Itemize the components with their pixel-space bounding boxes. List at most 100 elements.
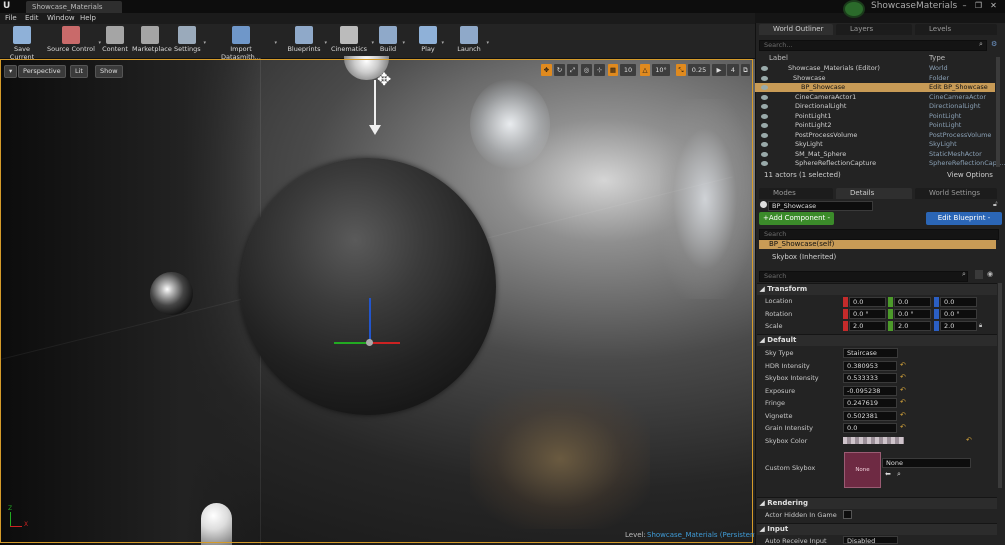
outliner-row[interactable]: DirectionalLight DirectionalLight [755,102,995,111]
grid-view-icon[interactable] [975,270,983,279]
menu-file[interactable]: File [5,13,17,24]
chevron-down-icon[interactable]: ▾ [324,40,327,46]
location-field[interactable]: 0.0 [849,297,886,307]
visibility-eye-icon[interactable] [761,75,768,81]
scale-label[interactable]: Scale [765,322,783,330]
grid-snap-value[interactable]: 10 [620,64,636,76]
add-component-button[interactable]: +Add Component - [759,212,834,225]
outliner-row[interactable]: PointLight1 PointLight [755,112,995,121]
edit-blueprint-button[interactable]: Edit Blueprint - [926,212,1002,225]
component-self[interactable]: BP_Showcase(self) [759,240,996,249]
reset-to-default-icon[interactable]: ↶ [900,411,906,419]
section-rendering[interactable]: ◢ Rendering [757,497,997,509]
actor-name-input[interactable]: BP_Showcase [768,201,873,211]
scale-lock-icon[interactable]: 🔒︎ [979,322,982,330]
chevron-down-icon[interactable]: ▾ [203,40,206,46]
minimize-button[interactable]: – [959,1,970,10]
toolbar-button-datasmith[interactable]: Import Datasmith... ▾ [211,26,277,61]
property-value-field[interactable]: 0.0 [843,423,897,433]
rotation-field[interactable]: 0.0 ° [940,309,977,319]
reset-to-default-icon[interactable]: ↶ [900,386,906,394]
auto-receive-select[interactable]: Disabled [843,536,898,545]
close-button[interactable]: ✕ [988,1,999,10]
chevron-down-icon[interactable]: ▾ [486,40,489,46]
translate-mode-icon[interactable]: ✥ [541,64,552,76]
toolbar-button-source-control[interactable]: Source Control ▾ [47,26,101,53]
lock-icon[interactable]: 🔓︎ [993,200,998,209]
surface-snap-icon[interactable]: ⊹ [594,64,605,76]
property-label[interactable]: Vignette [765,412,792,420]
chevron-down-icon[interactable]: ▾ [371,40,374,46]
outliner-row[interactable]: PostProcessVolume PostProcessVolume [755,131,995,140]
property-search-input[interactable]: Search [759,271,968,282]
custom-skybox-thumbnail[interactable]: None [844,452,881,488]
toolbar-button-gear[interactable]: Settings ▾ [174,26,206,53]
menu-help[interactable]: Help [80,13,96,24]
visibility-eye-icon[interactable] [761,113,768,119]
menu-window[interactable]: Window [47,13,75,24]
rotation-snap-icon[interactable]: △ [640,64,650,76]
visibility-eye-icon[interactable] [761,66,768,71]
visibility-eye-icon[interactable] [761,132,768,138]
view-options-button[interactable]: View Options [947,171,993,179]
outliner-scrollbar[interactable] [996,57,1000,167]
tab-world-settings[interactable]: World Settings [915,188,997,199]
show-button[interactable]: Show [95,65,123,78]
custom-skybox-label[interactable]: Custom Skybox [765,464,815,472]
component-skybox[interactable]: Skybox (Inherited) [759,253,996,262]
reset-to-default-icon[interactable]: ↶ [900,398,906,406]
visibility-eye-icon[interactable] [761,151,768,157]
property-value-field[interactable]: 0.502381 [843,410,897,421]
chevron-down-icon[interactable]: ▾ [402,40,405,46]
toolbar-button-cinematics[interactable]: Cinematics ▾ [330,26,374,53]
camera-speed-icon[interactable]: ▶ [712,64,726,76]
use-selected-arrow-icon[interactable]: ⬅ [885,470,891,478]
lit-button[interactable]: Lit [70,65,88,78]
tab-world-outliner[interactable]: World Outliner [759,24,833,35]
toolbar-button-save[interactable]: Save Current [3,26,41,61]
toolbar-button-marketplace[interactable]: Marketplace [132,26,172,53]
outliner-row[interactable]: BP_Showcase Edit BP_Showcase [755,83,995,93]
tab-details[interactable]: Details [836,188,912,199]
property-value-field[interactable]: 0.247619 [843,398,897,408]
eye-icon[interactable]: ◉ [987,270,993,278]
perspective-button[interactable]: Perspective [18,65,66,78]
rotation-field[interactable]: 0.0 ° [894,309,931,319]
property-label[interactable]: Sky Type [765,349,794,357]
rotation-snap-value[interactable]: 10° [652,64,670,76]
property-label[interactable]: HDR Intensity [765,362,810,370]
scale-snap-value[interactable]: 0.25 [688,64,710,76]
chevron-down-icon[interactable]: ▾ [441,40,444,46]
toolbar-button-content[interactable]: Content [101,26,129,53]
property-value-field[interactable]: 0.380953 [843,360,897,371]
maximize-button[interactable]: ❐ [973,1,984,10]
toolbar-button-play[interactable]: Play ▾ [418,26,444,53]
scale-snap-icon[interactable]: ⤡ [676,64,686,76]
property-label[interactable]: Exposure [765,387,795,395]
rotate-mode-icon[interactable]: ↻ [554,64,565,76]
menu-edit[interactable]: Edit [25,13,39,24]
document-tab[interactable]: Showcase_Materials [26,1,122,13]
visibility-eye-icon[interactable] [761,94,768,100]
location-field[interactable]: 0.0 [894,297,931,307]
property-label[interactable]: Fringe [765,399,785,407]
scale-mode-icon[interactable]: ⤢ [567,64,578,76]
scale-field[interactable]: 2.0 [894,321,931,331]
component-search-input[interactable]: Search [759,229,999,240]
visibility-eye-icon[interactable] [761,142,768,147]
outliner-row[interactable]: PointLight2 PointLight [755,121,995,130]
rotation-label[interactable]: Rotation [765,310,792,318]
location-label[interactable]: Location [765,297,793,305]
reset-to-default-icon[interactable]: ↶ [900,361,906,369]
chevron-down-icon[interactable]: ▾ [274,40,277,46]
reset-to-default-icon[interactable]: ↶ [900,423,906,431]
property-value-field[interactable]: -0.095238 [843,385,897,396]
tab-layers[interactable]: Layers [836,24,912,35]
sky-type-select[interactable]: Staircase [843,348,898,358]
toolbar-button-blueprints[interactable]: Blueprints ▾ [287,26,327,53]
column-label[interactable]: Label [769,54,788,62]
outliner-row[interactable]: SM_Mat_Sphere StaticMeshActor [755,150,995,159]
scale-field[interactable]: 2.0 [940,321,977,331]
property-label[interactable]: Skybox Intensity [765,374,819,382]
skybox-color-swatch[interactable] [843,437,904,444]
